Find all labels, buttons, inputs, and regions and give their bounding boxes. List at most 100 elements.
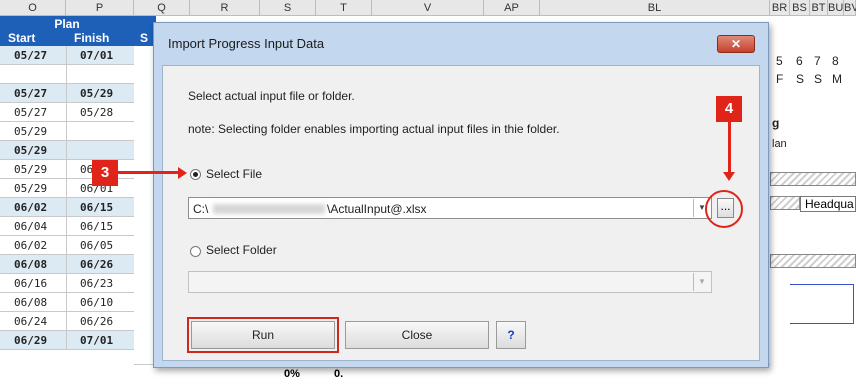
arrow-4-line: [728, 122, 731, 174]
day-number: 5: [776, 54, 783, 68]
table-row[interactable]: 06/02 06/05: [0, 236, 134, 255]
column-header-r[interactable]: R: [190, 0, 260, 16]
cell-divider: [66, 312, 67, 331]
column-header-v[interactable]: V: [372, 0, 484, 16]
table-row[interactable]: 06/24 06/26: [0, 312, 134, 331]
table-row[interactable]: 06/02 06/15: [0, 198, 134, 217]
column-header-p[interactable]: P: [66, 0, 134, 16]
table-row[interactable]: 06/04 06/15: [0, 217, 134, 236]
finish-cell[interactable]: 06/23: [80, 277, 113, 290]
table-row[interactable]: 05/29: [0, 122, 134, 141]
finish-cell[interactable]: 06/05: [80, 239, 113, 252]
column-header-t[interactable]: T: [316, 0, 372, 16]
start-cell[interactable]: 05/29: [14, 144, 47, 157]
start-cell[interactable]: 06/02: [14, 239, 47, 252]
table-row[interactable]: 06/29 07/01: [0, 331, 134, 350]
arrow-3-head: [178, 167, 187, 179]
cell-divider: [66, 198, 67, 217]
cell-divider: [66, 217, 67, 236]
dialog-close-icon[interactable]: ✕: [717, 35, 755, 53]
column-header-bs[interactable]: BS: [790, 0, 810, 16]
start-cell[interactable]: 05/29: [14, 125, 47, 138]
finish-cell[interactable]: 05/29: [80, 87, 113, 100]
finish-cell[interactable]: 07/01: [80, 334, 113, 347]
start-cell[interactable]: 06/16: [14, 277, 47, 290]
gantt-right-area: 5 6 7 8 F S S M g lan Headqua: [770, 16, 856, 383]
start-cell[interactable]: 06/02: [14, 201, 47, 214]
start-cell[interactable]: 06/24: [14, 315, 47, 328]
redacted-path: [213, 204, 325, 214]
column-header-s[interactable]: S: [260, 0, 316, 16]
table-row[interactable]: 05/27 07/01: [0, 46, 134, 65]
table-row[interactable]: 06/08 06/10: [0, 293, 134, 312]
weekday: M: [832, 72, 842, 86]
column-header-q[interactable]: Q: [134, 0, 190, 16]
run-highlight-outline: [187, 317, 339, 353]
select-file-label[interactable]: Select File: [206, 167, 262, 181]
gantt-hatch-bar: [770, 254, 856, 268]
column-header-br[interactable]: BR: [770, 0, 790, 16]
step-marker-4: 4: [716, 96, 742, 122]
weekday: F: [776, 72, 784, 86]
cell-divider: [66, 160, 67, 179]
table-row[interactable]: 06/16 06/23: [0, 274, 134, 293]
close-button[interactable]: Close: [345, 321, 489, 349]
table-row[interactable]: 06/08 06/26: [0, 255, 134, 274]
file-path-prefix: C:\: [193, 202, 209, 216]
finish-cell[interactable]: 06/15: [80, 201, 113, 214]
file-path-suffix: \ActualInput@.xlsx: [327, 202, 427, 216]
finish-cell[interactable]: 06/10: [80, 296, 113, 309]
cell-divider: [66, 331, 67, 350]
gantt-link-line: [790, 284, 854, 324]
arrow-4-head: [723, 172, 735, 181]
cell-divider: [66, 255, 67, 274]
plan-finish-label: Finish: [74, 31, 110, 45]
start-cell[interactable]: 05/27: [14, 106, 47, 119]
column-header-bv[interactable]: BV: [844, 0, 856, 16]
table-row[interactable]: 05/27 05/29: [0, 84, 134, 103]
start-cell[interactable]: 05/29: [14, 163, 47, 176]
cell-divider: [66, 103, 67, 122]
start-cell[interactable]: 06/08: [14, 258, 47, 271]
cell-divider: [66, 236, 67, 255]
finish-cell[interactable]: 06/26: [80, 258, 113, 271]
start-cell[interactable]: 05/29: [14, 182, 47, 195]
finish-cell[interactable]: 06/26: [80, 315, 113, 328]
finish-cell[interactable]: 05/28: [80, 106, 113, 119]
plan-start-label: Start: [8, 31, 36, 45]
plan-header-title: Plan: [54, 17, 80, 31]
day-number: 8: [832, 54, 839, 68]
headquarters-task-bar: Headqua: [800, 196, 856, 212]
column-header-bt[interactable]: BT: [810, 0, 828, 16]
plan-s-label: S: [140, 31, 149, 45]
column-header-bl[interactable]: BL: [540, 0, 770, 16]
cell-divider: [66, 293, 67, 312]
finish-cell[interactable]: 07/01: [80, 49, 113, 62]
cell-divider: [66, 274, 67, 293]
column-header-o[interactable]: O: [0, 0, 66, 16]
cell-divider: [66, 84, 67, 103]
folder-path-combobox[interactable]: ▼: [188, 271, 712, 293]
step-marker-3: 3: [92, 160, 118, 186]
column-header-bu[interactable]: BU: [828, 0, 844, 16]
start-cell[interactable]: 05/27: [14, 49, 47, 62]
dialog-title: Import Progress Input Data: [168, 36, 325, 51]
day-number: 6: [796, 54, 803, 68]
start-cell[interactable]: 05/27: [14, 87, 47, 100]
chevron-down-icon[interactable]: ▼: [693, 273, 710, 291]
finish-cell[interactable]: 06/15: [80, 220, 113, 233]
file-path-combobox[interactable]: C:\ \ActualInput@.xlsx ▼: [188, 197, 712, 219]
table-row[interactable]: [0, 65, 134, 84]
table-row[interactable]: 05/27 05/28: [0, 103, 134, 122]
column-header-ap[interactable]: AP: [484, 0, 540, 16]
select-folder-radio[interactable]: [190, 246, 201, 257]
start-cell[interactable]: 06/04: [14, 220, 47, 233]
select-folder-label[interactable]: Select Folder: [206, 243, 277, 257]
select-file-radio[interactable]: [190, 169, 201, 180]
bottom-zero: 0.: [334, 368, 344, 380]
start-cell[interactable]: 06/29: [14, 334, 47, 347]
start-cell[interactable]: 06/08: [14, 296, 47, 309]
table-row[interactable]: 05/29: [0, 141, 134, 160]
help-button[interactable]: ?: [496, 321, 526, 349]
instruction-text: Select actual input file or folder.: [188, 89, 355, 103]
